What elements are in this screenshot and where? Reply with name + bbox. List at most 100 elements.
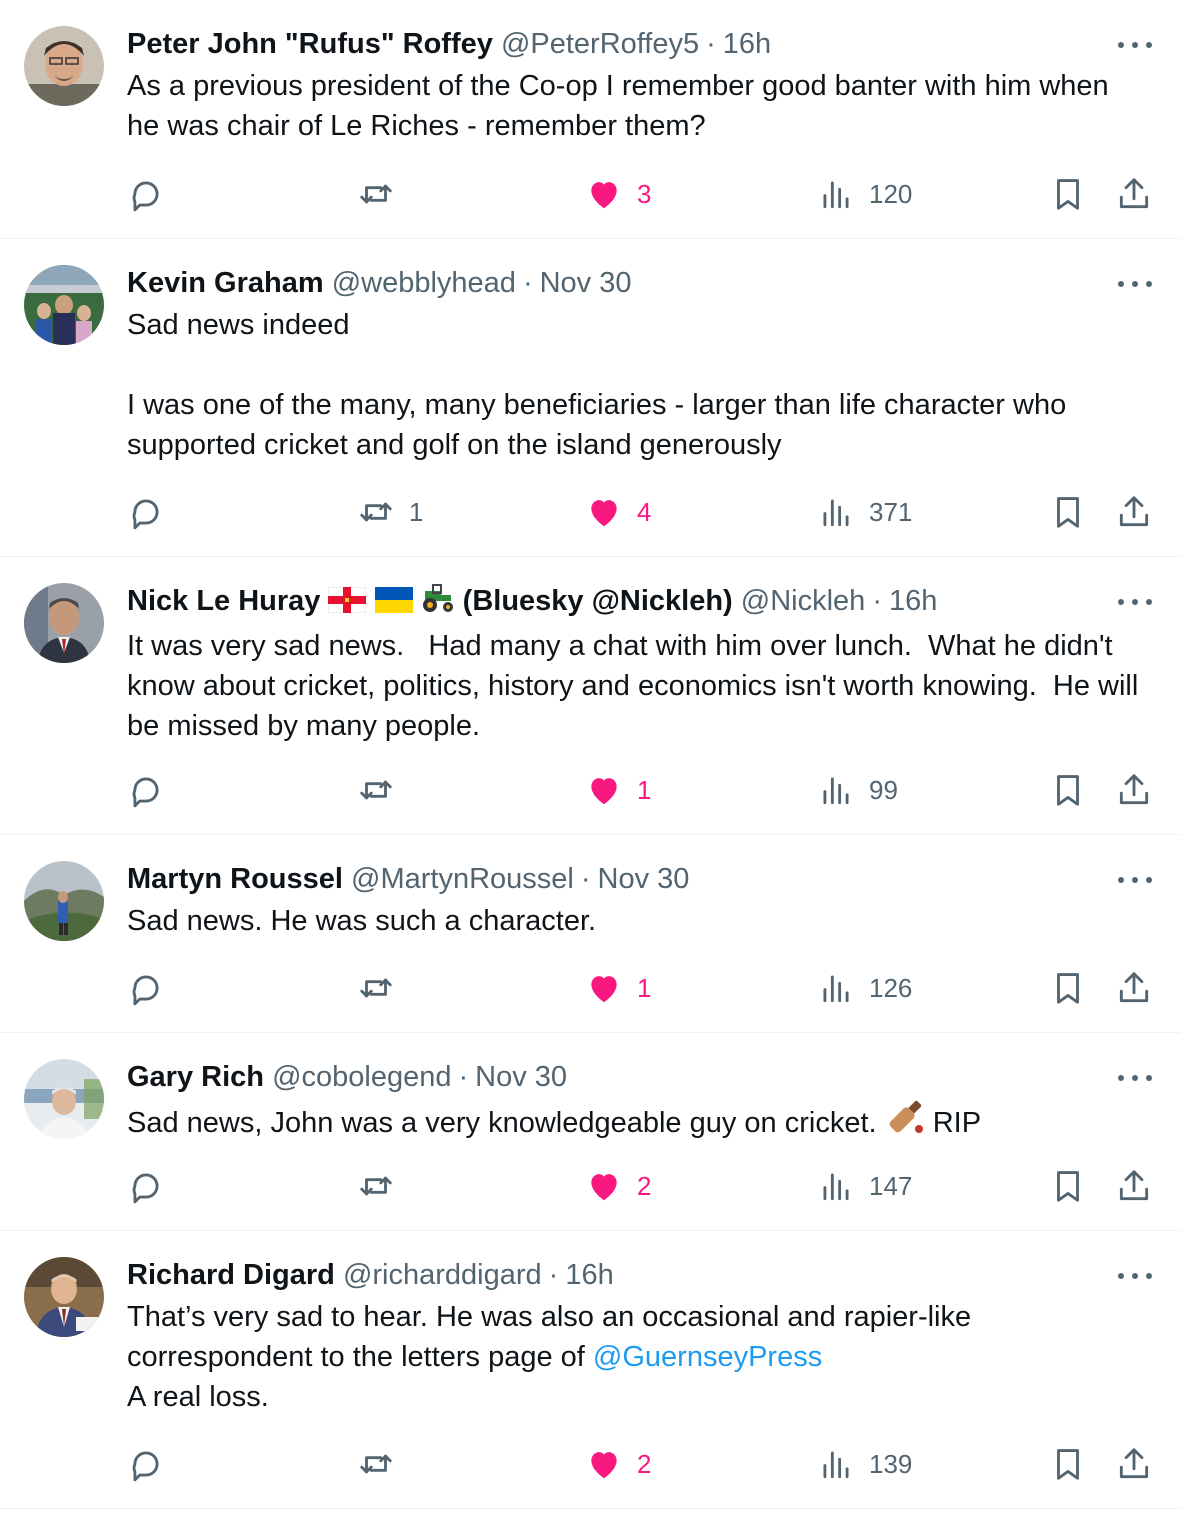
reply-tweet[interactable]: Nick Le Huray (Bluesky @Nickleh) @Nickle… <box>0 557 1180 835</box>
mention-link[interactable]: @GuernseyPress <box>593 1341 822 1373</box>
reply-tweet[interactable]: Kevin Graham @webblyhead · Nov 30 Sad news… <box>0 239 1180 557</box>
share-button[interactable] <box>1115 966 1153 1010</box>
like-button[interactable]: 1 <box>585 966 651 1010</box>
avatar[interactable] <box>24 1257 104 1337</box>
user-handle[interactable]: @webblyhead <box>332 267 516 299</box>
reply-button[interactable] <box>127 768 165 812</box>
user-handle[interactable]: @MartynRoussel <box>351 863 574 895</box>
reply-button[interactable] <box>127 1442 165 1486</box>
like-count: 2 <box>637 1170 652 1201</box>
views-count: 147 <box>869 1170 913 1201</box>
retweet-icon <box>360 978 392 998</box>
tweet-text-part: That’s very sad to hear. He was also an … <box>127 1301 980 1373</box>
display-name[interactable]: Martyn Roussel <box>127 863 343 895</box>
share-button[interactable] <box>1115 172 1153 216</box>
avatar[interactable] <box>24 265 104 345</box>
views-button[interactable]: 99 <box>817 768 898 812</box>
retweet-button[interactable] <box>357 768 409 812</box>
avatar[interactable] <box>24 26 104 106</box>
more-icon[interactable] <box>1118 873 1152 887</box>
like-button[interactable]: 4 <box>585 490 651 534</box>
display-name[interactable]: Nick Le Huray <box>127 585 320 617</box>
reply-tweet[interactable]: Richard Digard @richarddigard · 16h That’s… <box>0 1231 1180 1509</box>
views-icon <box>823 499 849 527</box>
bookmark-icon <box>1057 973 1079 1004</box>
retweet-button[interactable] <box>357 966 409 1010</box>
views-button[interactable]: 371 <box>817 490 912 534</box>
share-icon <box>1119 774 1149 805</box>
avatar[interactable] <box>24 861 104 941</box>
reply-tweet[interactable]: Peter John "Rufus" Roffey @PeterRoffey5 ·… <box>0 0 1180 239</box>
bookmark-button[interactable] <box>1049 966 1087 1010</box>
more-icon[interactable] <box>1118 277 1152 291</box>
reply-button[interactable] <box>127 172 165 216</box>
reply-icon <box>132 181 159 212</box>
separator-dot: · <box>706 28 716 60</box>
like-button[interactable]: 1 <box>585 768 651 812</box>
timestamp[interactable]: Nov 30 <box>540 267 632 299</box>
views-count: 371 <box>869 496 913 527</box>
like-button[interactable]: 3 <box>585 172 651 216</box>
guernsey-flag-icon <box>327 582 367 626</box>
bookmark-icon <box>1057 497 1079 528</box>
display-name-suffix[interactable]: (Bluesky @Nickleh) <box>463 585 733 617</box>
reply-tweet[interactable]: Martyn Roussel @MartynRoussel · Nov 30 Sad… <box>0 835 1180 1033</box>
bookmark-button[interactable] <box>1049 1442 1087 1486</box>
more-icon[interactable] <box>1118 595 1152 609</box>
more-icon[interactable] <box>1118 38 1152 52</box>
avatar[interactable] <box>24 583 104 663</box>
heart-icon <box>591 182 617 209</box>
timestamp[interactable]: 16h <box>889 585 937 617</box>
display-name[interactable]: Richard Digard <box>127 1259 335 1291</box>
like-button[interactable]: 2 <box>585 1442 651 1486</box>
like-button[interactable]: 2 <box>585 1164 651 1208</box>
retweet-button[interactable] <box>357 1442 409 1486</box>
like-count: 1 <box>637 972 652 1003</box>
retweet-icon <box>360 1176 392 1196</box>
views-button[interactable]: 147 <box>817 1164 912 1208</box>
separator-dot: · <box>580 863 591 895</box>
share-button[interactable] <box>1115 1442 1153 1486</box>
views-button[interactable]: 120 <box>817 172 912 216</box>
views-button[interactable]: 126 <box>817 966 912 1010</box>
timestamp[interactable]: Nov 30 <box>475 1061 567 1093</box>
more-icon[interactable] <box>1118 1071 1152 1085</box>
tweet-text-part: Sad news, John was a very knowledgeable … <box>127 1107 877 1139</box>
heart-icon <box>591 1174 617 1201</box>
views-button[interactable]: 139 <box>817 1442 912 1486</box>
display-name[interactable]: Kevin Graham <box>127 267 324 299</box>
user-handle[interactable]: @Nickleh <box>741 585 866 617</box>
display-name[interactable]: Gary Rich <box>127 1061 264 1093</box>
timestamp[interactable]: Nov 30 <box>598 863 690 895</box>
share-button[interactable] <box>1115 768 1153 812</box>
avatar[interactable] <box>24 1059 104 1139</box>
bookmark-button[interactable] <box>1049 1164 1087 1208</box>
views-icon <box>823 1451 849 1479</box>
share-icon <box>1119 1448 1149 1479</box>
user-handle[interactable]: @cobolegend <box>272 1061 451 1093</box>
views-count: 99 <box>869 774 898 805</box>
retweet-button[interactable] <box>357 172 409 216</box>
bookmark-icon <box>1057 1449 1079 1480</box>
reply-tweet[interactable]: Gary Rich @cobolegend · Nov 30 Sad news, J… <box>0 1033 1180 1231</box>
more-icon[interactable] <box>1118 1269 1152 1283</box>
retweet-button[interactable]: 1 <box>357 490 423 534</box>
reply-button[interactable] <box>127 966 165 1010</box>
retweet-button[interactable] <box>357 1164 409 1208</box>
user-handle[interactable]: @PeterRoffey5 <box>501 28 699 60</box>
timestamp[interactable]: 16h <box>723 28 771 60</box>
bookmark-button[interactable] <box>1049 490 1087 534</box>
share-button[interactable] <box>1115 490 1153 534</box>
ukraine-flag-icon <box>374 582 413 626</box>
reply-button[interactable] <box>127 490 165 534</box>
reply-button[interactable] <box>127 1164 165 1208</box>
timestamp[interactable]: 16h <box>565 1259 613 1291</box>
bookmark-button[interactable] <box>1049 768 1087 812</box>
display-name[interactable]: Peter John "Rufus" Roffey <box>127 28 493 60</box>
share-icon <box>1119 1170 1149 1201</box>
views-count: 120 <box>869 178 913 209</box>
reply-icon <box>132 975 159 1006</box>
share-button[interactable] <box>1115 1164 1153 1208</box>
bookmark-button[interactable] <box>1049 172 1087 216</box>
user-handle[interactable]: @richarddigard <box>343 1259 542 1291</box>
